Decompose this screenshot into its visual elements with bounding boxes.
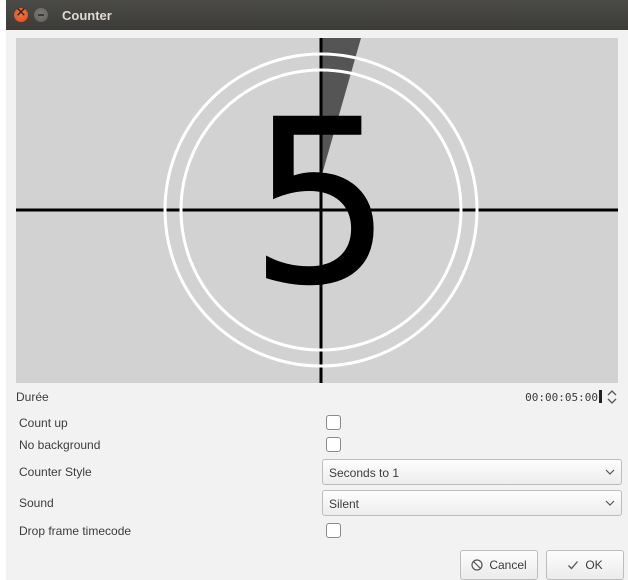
countdown-preview: 5	[16, 38, 618, 383]
close-icon[interactable]	[14, 5, 28, 22]
count-up-checkbox[interactable]	[326, 415, 341, 430]
chevron-down-icon	[605, 500, 615, 506]
no-background-label: No background	[19, 438, 101, 452]
ok-label: OK	[585, 558, 603, 572]
text-cursor	[599, 390, 602, 403]
sound-select[interactable]: Silent	[322, 490, 622, 516]
countdown-number: 5	[248, 70, 393, 336]
counter-dialog: 5 Durée 00:00:05:00 Count up No backgrou…	[6, 30, 628, 580]
sound-label: Sound	[19, 496, 54, 510]
count-up-label: Count up	[19, 416, 68, 430]
minimize-icon[interactable]	[34, 8, 48, 22]
check-icon	[568, 561, 579, 570]
ok-button[interactable]: OK	[546, 550, 624, 580]
cancel-label: Cancel	[489, 558, 527, 572]
duration-label: Durée	[16, 390, 49, 404]
counter-style-value: Seconds to 1	[329, 466, 400, 480]
duration-value[interactable]: 00:00:05:00	[525, 391, 598, 404]
duration-field[interactable]: 00:00:05:00	[525, 390, 602, 404]
no-background-checkbox[interactable]	[326, 437, 341, 452]
sound-value: Silent	[329, 497, 360, 511]
drop-frame-label: Drop frame timecode	[19, 524, 132, 538]
countdown-graphic: 5	[16, 38, 618, 383]
cancel-icon	[471, 559, 483, 571]
chevron-down-icon	[605, 469, 615, 475]
window-title: Counter	[62, 7, 112, 23]
counter-style-label: Counter Style	[19, 465, 92, 479]
counter-style-select[interactable]: Seconds to 1	[322, 459, 622, 485]
cancel-button[interactable]: Cancel	[460, 550, 538, 580]
title-bar: Counter	[6, 0, 628, 30]
spin-arrows-icon[interactable]	[606, 389, 618, 405]
duration-row: Durée 00:00:05:00	[8, 386, 624, 408]
drop-frame-checkbox[interactable]	[326, 523, 341, 538]
